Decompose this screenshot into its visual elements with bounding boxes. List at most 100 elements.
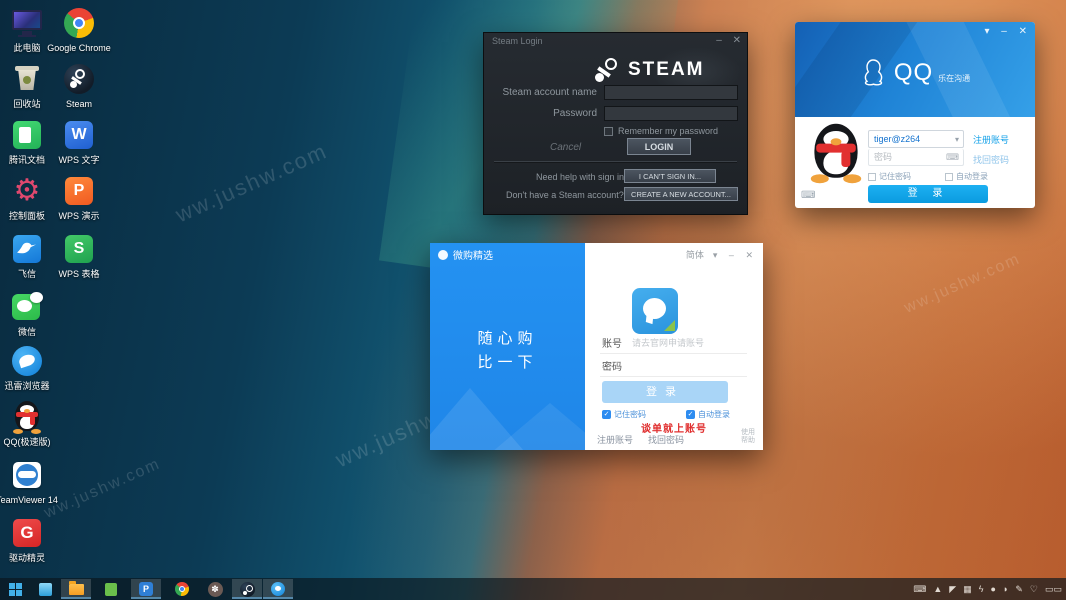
slogan-line1: 随心购 — [430, 327, 585, 348]
tray-pen-icon[interactable]: ✎ — [1015, 584, 1023, 595]
thunder-icon — [10, 344, 44, 378]
desktop-icon-qq[interactable]: QQ(极速版) — [0, 400, 59, 447]
desktop-icon-teamviewer[interactable]: TeamViewer 14 — [0, 458, 59, 505]
flower-icon: ✽ — [208, 582, 223, 597]
document-icon — [10, 118, 44, 152]
register-link[interactable]: 注册账号 — [597, 433, 633, 446]
keyboard-icon[interactable]: ⌨ — [801, 190, 815, 201]
bird-icon — [10, 232, 44, 266]
steam-login-window: Steam Login – ✕ STEAM Steam account name… — [483, 32, 748, 215]
forgot-password-link[interactable]: 找回密码 — [648, 433, 684, 446]
tray-health-icon[interactable]: ♡ — [1030, 584, 1038, 595]
tray-lang-boxes-icon[interactable]: ▭▭ — [1045, 584, 1062, 595]
p-app-icon: P — [139, 582, 153, 596]
desktop-icon-wechat[interactable]: 微信 — [0, 290, 59, 337]
close-icon[interactable]: ✕ — [745, 250, 753, 260]
help-link[interactable]: 使用帮助 — [741, 429, 755, 445]
computer-icon — [10, 6, 44, 40]
qq-avatar — [809, 122, 863, 183]
tray-ime-icon[interactable]: ⌨ — [913, 584, 926, 595]
account-label: 账号 — [602, 335, 622, 350]
minimize-icon[interactable]: – — [716, 35, 722, 46]
tray-dot-icon[interactable]: ● — [990, 584, 995, 594]
chrome-icon — [175, 582, 189, 596]
taskbar: P ✽ ⌨ ▲ ◤ ▦ ϟ ● ◗ ✎ ♡ ▭▭ — [0, 578, 1066, 600]
tray-display-icon[interactable]: ▦ — [963, 584, 972, 595]
qq-login-window: QQ 乐在沟通 ▾ – ✕ tiger@z264 ▾ 密码 ⌨ 注册账号 找回密… — [795, 22, 1035, 208]
steam-logo: STEAM — [592, 55, 705, 85]
start-button[interactable] — [0, 579, 30, 599]
desktop-icon-wps-presentation[interactable]: P WPS 演示 — [47, 174, 111, 221]
taskbar-item-blue-app[interactable] — [263, 579, 293, 599]
keyboard-icon[interactable]: ⌨ — [946, 149, 959, 165]
autologin-label: 自动登录 — [956, 171, 988, 182]
remember-checkbox[interactable] — [868, 173, 876, 181]
desktop-icon-driver-genius[interactable]: G 驱动精灵 — [0, 516, 59, 563]
qq-slogan: 乐在沟通 — [938, 73, 970, 84]
taskbar-item-cube[interactable] — [30, 579, 60, 599]
remember-label: 记住密码 — [879, 171, 911, 182]
watermark-text: ww.jushw.com — [902, 250, 1024, 317]
login-button[interactable]: LOGIN — [627, 138, 691, 155]
account-placeholder[interactable]: 请去官网申请账号 — [632, 336, 704, 349]
desktop: ww.jushw.com ww.jushw.com ww.jushw.com w… — [0, 0, 1066, 600]
taskbar-item-flower-app[interactable]: ✽ — [200, 579, 230, 599]
autologin-checkbox[interactable]: ✓ — [686, 410, 695, 419]
icon-label: Steam — [47, 99, 111, 109]
slogan-line2: 比一下 — [430, 351, 585, 372]
chevron-down-icon[interactable]: ▾ — [955, 131, 959, 148]
taskbar-item-chrome[interactable] — [167, 579, 197, 599]
autologin-checkbox[interactable] — [945, 173, 953, 181]
desktop-icon-wps-writer[interactable]: W WPS 文字 — [47, 118, 111, 165]
account-select[interactable]: tiger@z264 ▾ — [868, 130, 964, 148]
icon-label: WPS 表格 — [47, 269, 111, 279]
qq-penguin-outline-icon — [860, 58, 886, 88]
icon-label: TeamViewer 14 — [0, 495, 59, 505]
forgot-password-link[interactable]: 找回密码 — [973, 153, 1009, 166]
remember-checkbox[interactable]: ✓ — [602, 410, 611, 419]
tray-network-icon[interactable]: ◤ — [949, 584, 956, 595]
tray-volume-icon[interactable]: ◗ — [1003, 584, 1008, 594]
taskbar-item-p-app[interactable]: P — [131, 579, 161, 599]
desktop-icon-chrome[interactable]: Google Chrome — [47, 6, 111, 53]
watermark-text: ww.jushw.com — [172, 138, 332, 228]
taskbar-item-steam[interactable] — [232, 579, 262, 599]
chrome-icon — [62, 6, 96, 40]
tray-up-arrow-icon[interactable]: ▲ — [933, 584, 942, 594]
login-button[interactable]: 登录 — [602, 381, 728, 403]
remember-label: Remember my password — [618, 126, 718, 136]
close-icon[interactable]: ✕ — [1019, 26, 1027, 37]
qq-logo: QQ 乐在沟通 — [795, 58, 1035, 88]
windows-logo-icon — [9, 583, 22, 596]
taskbar-item-explorer[interactable] — [61, 579, 91, 599]
desktop-icon-wps-spreadsheet[interactable]: S WPS 表格 — [47, 232, 111, 279]
register-link[interactable]: 注册账号 — [973, 133, 1009, 146]
password-placeholder: 密码 — [874, 152, 892, 162]
cancel-link[interactable]: Cancel — [550, 142, 581, 153]
icon-label: 驱动精灵 — [0, 553, 59, 563]
app-dot-icon — [438, 250, 448, 260]
steam-icon — [240, 582, 255, 597]
password-input[interactable] — [604, 106, 738, 121]
menu-icon[interactable]: ▾ — [984, 26, 989, 37]
icon-label: Google Chrome — [47, 43, 111, 53]
desktop-icon-thunder[interactable]: 迅雷浏览器 — [0, 344, 59, 391]
folder-icon — [69, 584, 84, 595]
taskbar-item-green-app[interactable] — [96, 579, 126, 599]
login-button[interactable]: 登 录 — [868, 185, 988, 203]
password-underline — [600, 376, 747, 377]
cant-sign-in-button[interactable]: I CAN'T SIGN IN... — [624, 169, 716, 183]
remember-checkbox[interactable] — [604, 127, 613, 136]
autologin-label: 自动登录 — [698, 409, 730, 420]
create-account-button[interactable]: CREATE A NEW ACCOUNT... — [624, 187, 738, 201]
close-icon[interactable]: ✕ — [733, 35, 741, 46]
minimize-icon[interactable]: – — [1001, 26, 1007, 37]
tray-usb-icon[interactable]: ϟ — [979, 584, 984, 594]
desktop-icon-steam[interactable]: Steam — [47, 62, 111, 109]
language-label[interactable]: 简体 — [686, 250, 704, 260]
minimize-icon[interactable]: – — [729, 250, 734, 260]
password-input[interactable]: 密码 ⌨ — [868, 149, 964, 166]
blue-app-icon — [271, 582, 285, 596]
chevron-down-icon[interactable]: ▾ — [713, 250, 718, 260]
account-input[interactable] — [604, 85, 738, 100]
